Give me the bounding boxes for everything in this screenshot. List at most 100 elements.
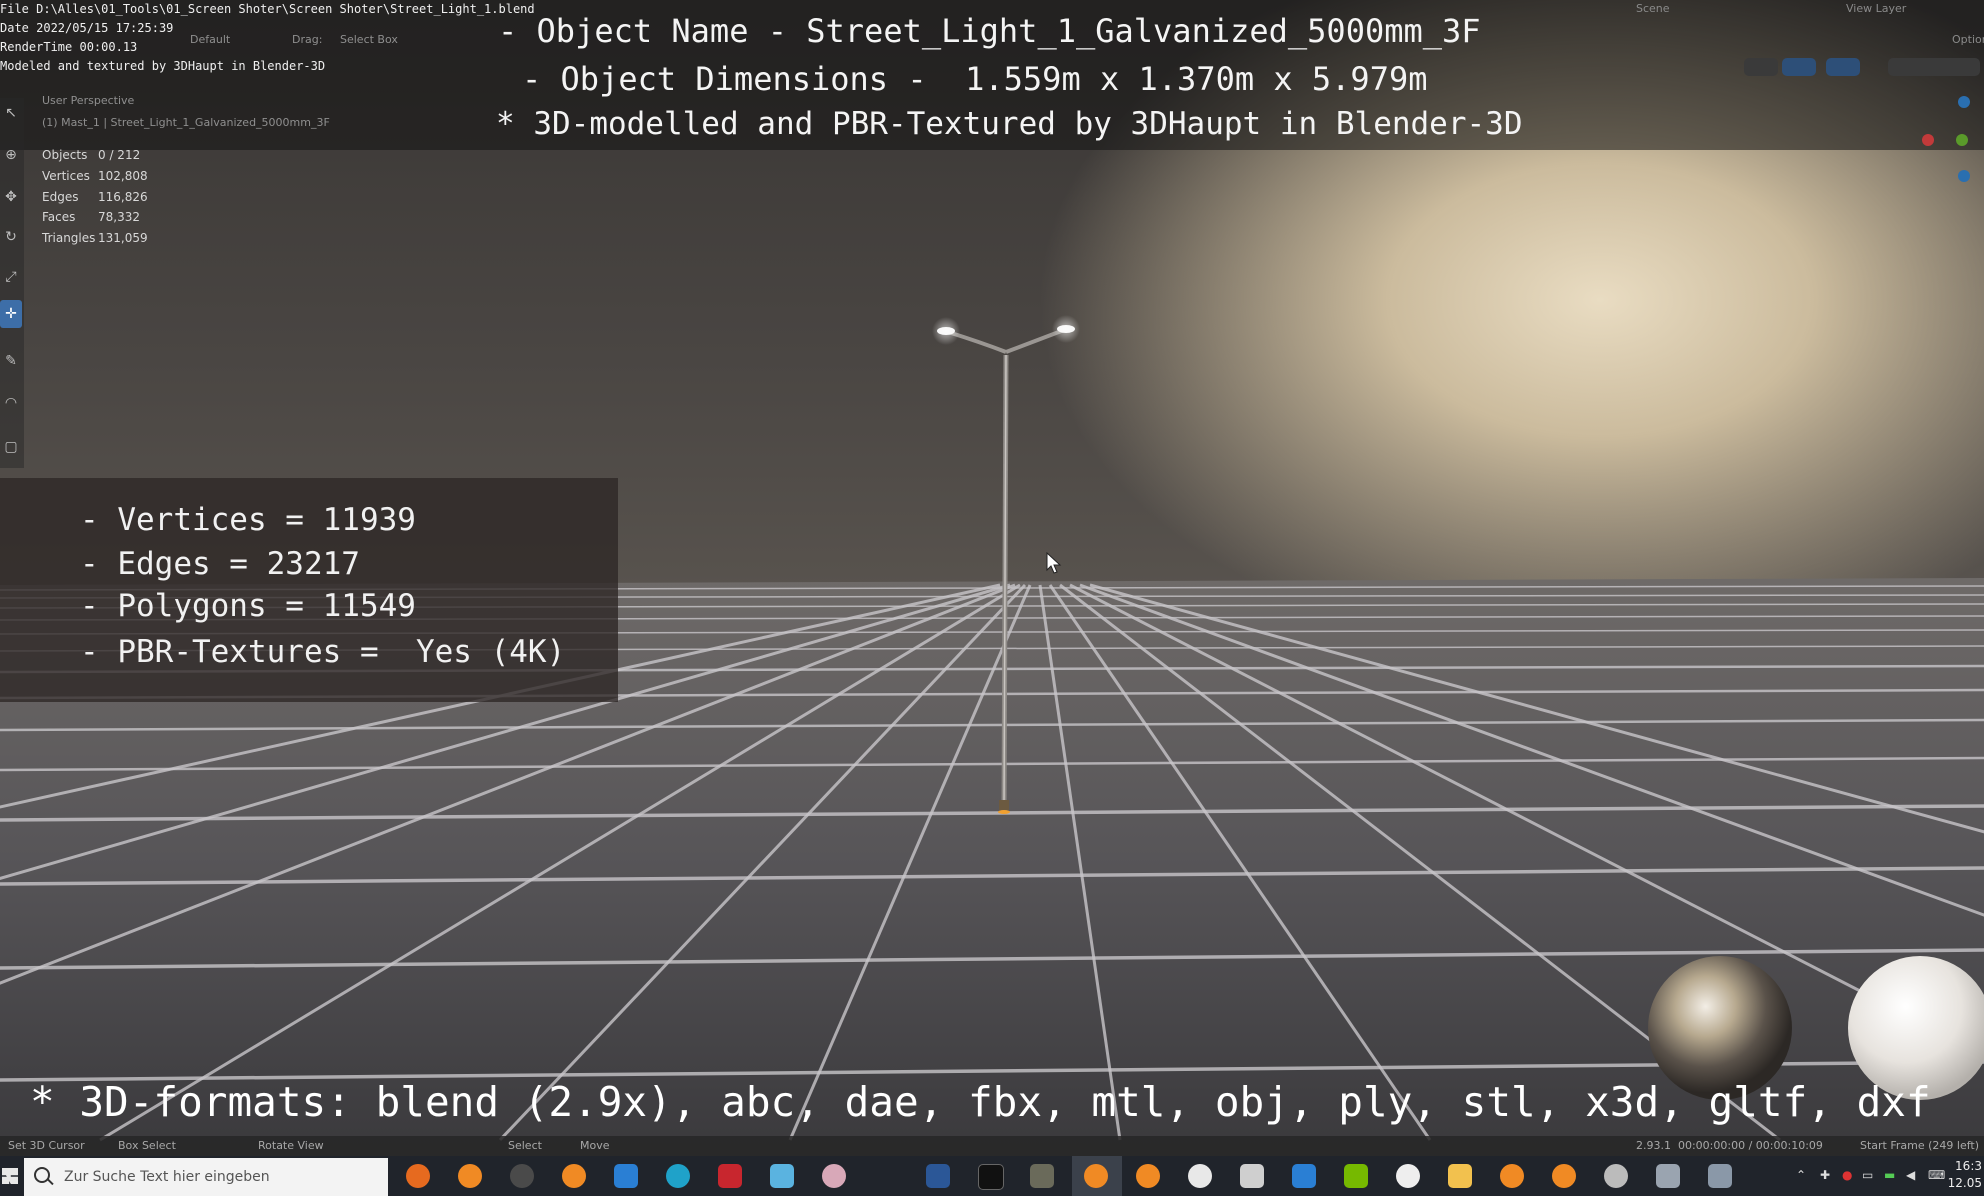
tool-shelf: ↖ ⊕ ✥ ↻ ⤢ ✛ ✎ ◠ ▢ [0,98,24,468]
stat-label: Objects [42,148,88,162]
vertices-line: - Vertices = 11939 [80,502,416,538]
xray-toggle-icon[interactable] [1826,58,1860,76]
app-icon[interactable] [718,1164,742,1188]
gizmo-z-axis-icon[interactable] [1958,96,1970,108]
cursor-3d-tool-icon[interactable]: ⊕ [2,146,20,164]
drag-mode-dropdown[interactable]: Select Box [340,33,398,46]
mail-icon[interactable] [614,1164,638,1188]
panda-icon[interactable] [1188,1164,1212,1188]
cube-icon[interactable] [1240,1164,1264,1188]
options-menu[interactable]: Options [1952,33,1984,46]
tray-keyboard-icon[interactable]: ⌨ [1928,1168,1945,1182]
tray-network-icon[interactable]: ✚ [1820,1168,1830,1182]
tray-chevron-icon[interactable]: ⌃ [1796,1168,1806,1182]
transform-tool-icon[interactable]: ✛ [0,300,22,328]
stat-label: Faces [42,210,76,224]
search-placeholder: Zur Suche Text hier eingeben [64,1169,270,1185]
render-time: RenderTime 00:00.13 [0,40,138,54]
calendar-icon[interactable] [1292,1164,1316,1188]
clock-date: 12.05 [1947,1176,1982,1190]
status-rotate-view: Rotate View [258,1139,324,1152]
scale-tool-icon[interactable]: ⤢ [2,268,20,286]
status-box-select: Box Select [118,1139,176,1152]
render-info: File D:\Alles\01_Tools\01_Screen Shoter\… [0,0,535,76]
stat-value: 131,059 [98,231,148,245]
blender-icon[interactable] [1552,1164,1576,1188]
overlay-toggle-icon[interactable] [1782,58,1816,76]
blender-icon[interactable] [562,1164,586,1188]
cursor-tool-icon[interactable]: ↖ [2,104,20,122]
clock-time: 16:3 [1955,1159,1982,1173]
status-version-time: 2.93.1 00:00:00:00 / 00:00:10:09 [1636,1139,1823,1152]
shading-mode-icon[interactable] [1888,58,1980,76]
media-icon[interactable] [1396,1164,1420,1188]
gear-icon[interactable] [1604,1164,1628,1188]
status-select: Select [508,1139,542,1152]
drag-label: Drag: [292,33,323,46]
stat-label: Edges [42,190,79,204]
rotate-tool-icon[interactable]: ↻ [2,228,20,246]
blender-icon[interactable] [1084,1164,1108,1188]
blender-icon[interactable] [1500,1164,1524,1188]
edge-icon[interactable] [666,1164,690,1188]
3d-viewport[interactable]: File D:\Alles\01_Tools\01_Screen Shoter\… [0,0,1984,1196]
measure-tool-icon[interactable]: ◠ [2,394,20,412]
mouse-cursor-icon [1046,552,1062,574]
stat-value: 116,826 [98,190,148,204]
annotate-tool-icon[interactable]: ✎ [2,352,20,370]
gizmo-x-axis-icon[interactable] [1922,134,1934,146]
orientation-dropdown[interactable]: Default [190,33,230,46]
mesh-stats-panel: - Vertices = 11939 - Edges = 23217 - Pol… [0,478,618,702]
edges-line: - Edges = 23217 [80,546,360,582]
folder-icon[interactable] [1448,1164,1472,1188]
notes-icon[interactable] [770,1164,794,1188]
formats-line: * 3D-formats: blend (2.9x), abc, dae, fb… [30,1078,1931,1126]
files-icon[interactable] [1656,1164,1680,1188]
pbr-textures-line: - PBR-Textures = Yes (4K) [80,634,566,670]
active-object-path: (1) Mast_1 | Street_Light_1_Galvanized_5… [42,116,330,129]
gizmo-toggle-icon[interactable] [1744,58,1778,76]
tray-volume-icon[interactable]: ◀ [1906,1168,1915,1182]
taskbar-search-input[interactable]: Zur Suche Text hier eingeben [24,1158,388,1196]
render-date: Date 2022/05/15 17:25:39 [0,21,174,35]
taskbar-clock[interactable]: 16:3 12.05 [1948,1158,1982,1192]
nvidia-icon[interactable] [1344,1164,1368,1188]
gizmo-y-axis-icon[interactable] [1956,134,1968,146]
terminal-icon[interactable] [978,1164,1004,1190]
stat-label: Vertices [42,169,90,183]
move-tool-icon[interactable]: ✥ [2,188,20,206]
polygons-line: - Polygons = 11549 [80,588,416,624]
render-file-path: File D:\Alles\01_Tools\01_Screen Shoter\… [0,2,535,16]
tray-status-icon[interactable]: ▬ [1884,1168,1895,1182]
view-perspective: User Perspective [42,94,135,107]
view-layer-selector[interactable]: View Layer [1846,2,1906,15]
status-bar: Set 3D Cursor Box Select Rotate View Sel… [0,1136,1984,1156]
blender-icon[interactable] [1136,1164,1160,1188]
object-dimensions-line: - Object Dimensions - 1.559m x 1.370m x … [522,60,1428,98]
object-name-line: - Object Name - Street_Light_1_Galvanize… [498,12,1481,50]
status-set-cursor: Set 3D Cursor [8,1139,85,1152]
credit-line: * 3D-modelled and PBR-Textured by 3DHaup… [496,106,1523,142]
obs-icon[interactable] [510,1164,534,1188]
gizmo-neg-z-icon[interactable] [1958,170,1970,182]
brain-icon[interactable] [822,1164,846,1188]
search-icon [34,1167,50,1183]
tray-battery-icon[interactable]: ▭ [1862,1168,1873,1182]
windows-taskbar: Zur Suche Text hier eingeben ⌃ ✚ ● ▭ ▬ ◀… [0,1156,1984,1196]
tool-icon[interactable] [1030,1164,1054,1188]
stat-value: 78,332 [98,210,140,224]
tray-app-icon[interactable]: ● [1842,1168,1852,1182]
stat-value: 102,808 [98,169,148,183]
firefox-icon[interactable] [406,1164,430,1188]
blender-icon[interactable] [458,1164,482,1188]
render-credit: Modeled and textured by 3DHaupt in Blend… [0,59,326,73]
word-icon[interactable] [926,1164,950,1188]
stat-value: 0 / 212 [98,148,141,162]
status-start-frame: Start Frame (249 left) [1860,1139,1980,1152]
windows-start-icon[interactable] [2,1168,18,1184]
display-icon[interactable] [1708,1164,1732,1188]
scene-selector[interactable]: Scene [1636,2,1670,15]
stat-label: Triangles [42,231,96,245]
add-cube-tool-icon[interactable]: ▢ [2,438,20,456]
status-move: Move [580,1139,610,1152]
